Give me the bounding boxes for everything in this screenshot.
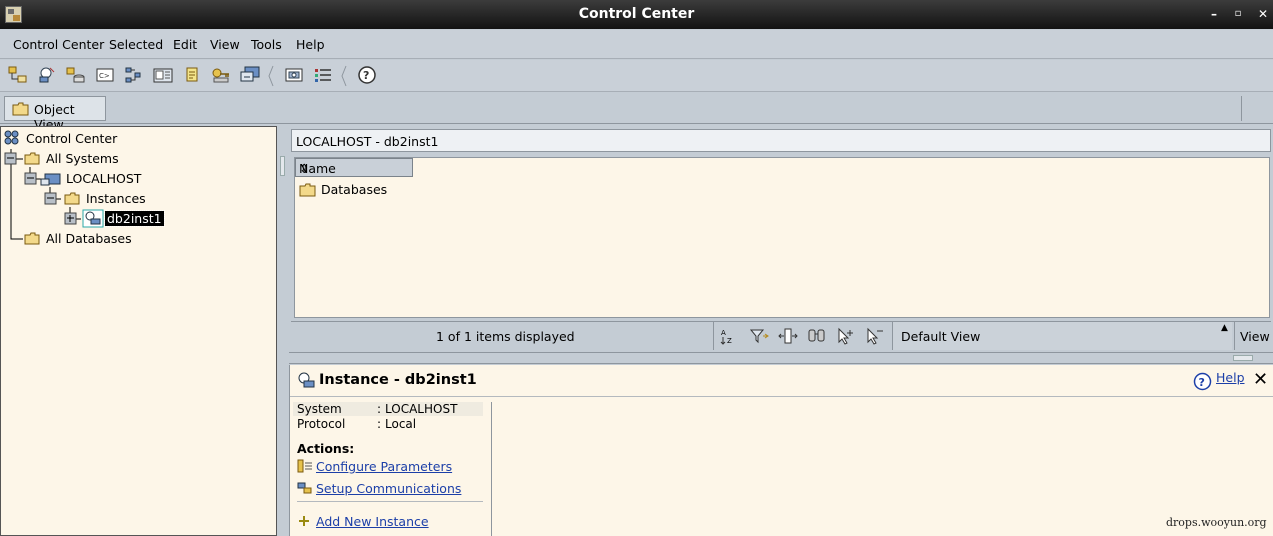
action-label: Add New Instance [316,514,429,529]
contents-icon[interactable] [312,65,334,85]
journal-icon[interactable] [152,65,174,85]
help-icon[interactable]: ? [356,65,378,85]
tab-strip: Object View [0,93,1273,132]
tab-object-view[interactable]: Object View [4,96,106,132]
close-details-icon[interactable]: ✕ [1253,369,1268,390]
sort-az-icon[interactable]: AZ [719,326,741,346]
menu-tools[interactable]: Tools [251,37,282,52]
health-center-icon[interactable] [239,65,261,85]
action-configure-parameters[interactable]: Configure Parameters [297,459,452,474]
menu-help[interactable]: Help [296,37,325,52]
svg-text:A: A [721,329,726,337]
deselect-all-icon[interactable] [864,326,886,346]
close-window-icon[interactable]: ✕ [1255,6,1271,22]
license-icon[interactable] [210,65,232,85]
object-tree: Control Center All Systems LOCALHOST Ins… [0,126,277,536]
select-all-icon[interactable] [835,326,857,346]
configure-parameters-icon [297,459,312,473]
contents-pane: LOCALHOST - db2inst1 Name ⇕ Databases 1 … [289,126,1273,536]
property-key: System [297,402,342,416]
menu-edit[interactable]: Edit [173,37,197,52]
svg-text:?: ? [363,69,369,82]
property-row: System : LOCALHOST [293,402,483,416]
sort-icon: ⇕ [299,161,310,176]
menu-view[interactable]: View [210,37,240,52]
toolbar-separator-2 [341,64,347,88]
property-colon: : [377,402,382,416]
toolbar-separator [268,64,274,88]
property-value: LOCALHOST [385,402,458,416]
action-label: Configure Parameters [316,459,453,474]
svg-text:C>: C> [99,72,110,80]
view-combo-value: Default View [901,329,981,344]
horizontal-splitter[interactable] [289,352,1273,364]
divider [713,322,714,350]
folder-icon [299,183,316,197]
menu-control-center[interactable]: Control Center [13,37,104,52]
maximize-icon[interactable]: ▫ [1230,6,1246,22]
tree-node-all-databases[interactable]: All Databases [46,231,132,246]
contents-list: Name ⇕ Databases [294,157,1270,318]
help-circle-icon[interactable]: ? [1193,372,1212,391]
action-label: Setup Communications [316,481,462,496]
details-pane: Instance - db2inst1 ? Help ✕ System : LO… [289,365,1273,536]
property-value: Local [385,417,417,431]
view-button-label: View [1240,329,1270,344]
command-editor-icon[interactable]: C> [94,65,116,85]
view-combo[interactable]: Default View ▲ [892,322,1232,350]
items-count: 1 of 1 items displayed [436,329,575,344]
action-add-new-instance[interactable]: Add New Instance [297,514,429,529]
property-key: Protocol [297,417,346,431]
details-header: Instance - db2inst1 ? Help ✕ [290,365,1273,397]
breadcrumb: LOCALHOST - db2inst1 [291,129,1271,152]
svg-text:Z: Z [727,337,732,345]
breadcrumb-text: LOCALHOST - db2inst1 [296,134,439,149]
menu-bar: Control Center Selected Edit View Tools … [0,30,1273,59]
customize-columns-icon[interactable] [777,326,799,346]
filter-icon[interactable] [748,326,770,346]
list-item-label: Databases [321,182,388,197]
tree-node-instances[interactable]: Instances [86,191,146,206]
minimize-icon[interactable]: – [1206,6,1222,22]
watermark: drops.wooyun.org [1166,516,1267,529]
tree-node-localhost[interactable]: LOCALHOST [66,171,141,186]
list-item[interactable]: Databases [299,182,499,198]
actions-separator [297,501,483,502]
splitter-grip[interactable] [280,156,285,176]
tree-lines [4,130,104,245]
setup-communications-icon [297,482,312,494]
contents-status-bar: 1 of 1 items displayed AZ Default View ▲… [291,321,1271,350]
svg-text:?: ? [1199,376,1205,389]
tree-node-all-systems[interactable]: All Systems [46,151,119,166]
instance-icon [298,372,315,388]
details-properties: System : LOCALHOST Protocol : Local Acti… [293,402,492,536]
vertical-splitter[interactable] [278,126,288,536]
menu-selected[interactable]: Selected [109,37,163,52]
help-link[interactable]: Help [1216,370,1245,385]
database-icon[interactable] [65,65,87,85]
action-setup-communications[interactable]: Setup Communications [297,481,461,496]
window-title: Control Center [578,6,695,22]
view-button[interactable]: View [1234,322,1273,350]
instance-icon[interactable] [36,65,58,85]
find-icon[interactable] [806,326,828,346]
folder-icon [12,102,29,116]
configure-icon[interactable] [283,65,305,85]
combo-up-icon: ▲ [1221,323,1228,333]
add-icon [299,516,309,526]
notes-icon[interactable] [181,65,203,85]
system-icon[interactable] [7,65,29,85]
tree-node-control-center[interactable]: Control Center [26,131,117,146]
column-header-name[interactable]: Name ⇕ [295,158,413,177]
task-center-icon[interactable] [123,65,145,85]
property-colon: : [377,417,382,431]
tab-strip-right-area [1241,96,1269,121]
splitter-grip[interactable] [1233,355,1253,361]
details-title: Instance - db2inst1 [319,372,477,388]
tree-node-db2inst1[interactable]: db2inst1 [104,210,165,227]
property-row: Protocol : Local [293,417,483,431]
toolbar: C> ? [0,60,1273,92]
actions-heading: Actions: [297,441,355,456]
title-bar: Control Center – ▫ ✕ [0,0,1273,29]
